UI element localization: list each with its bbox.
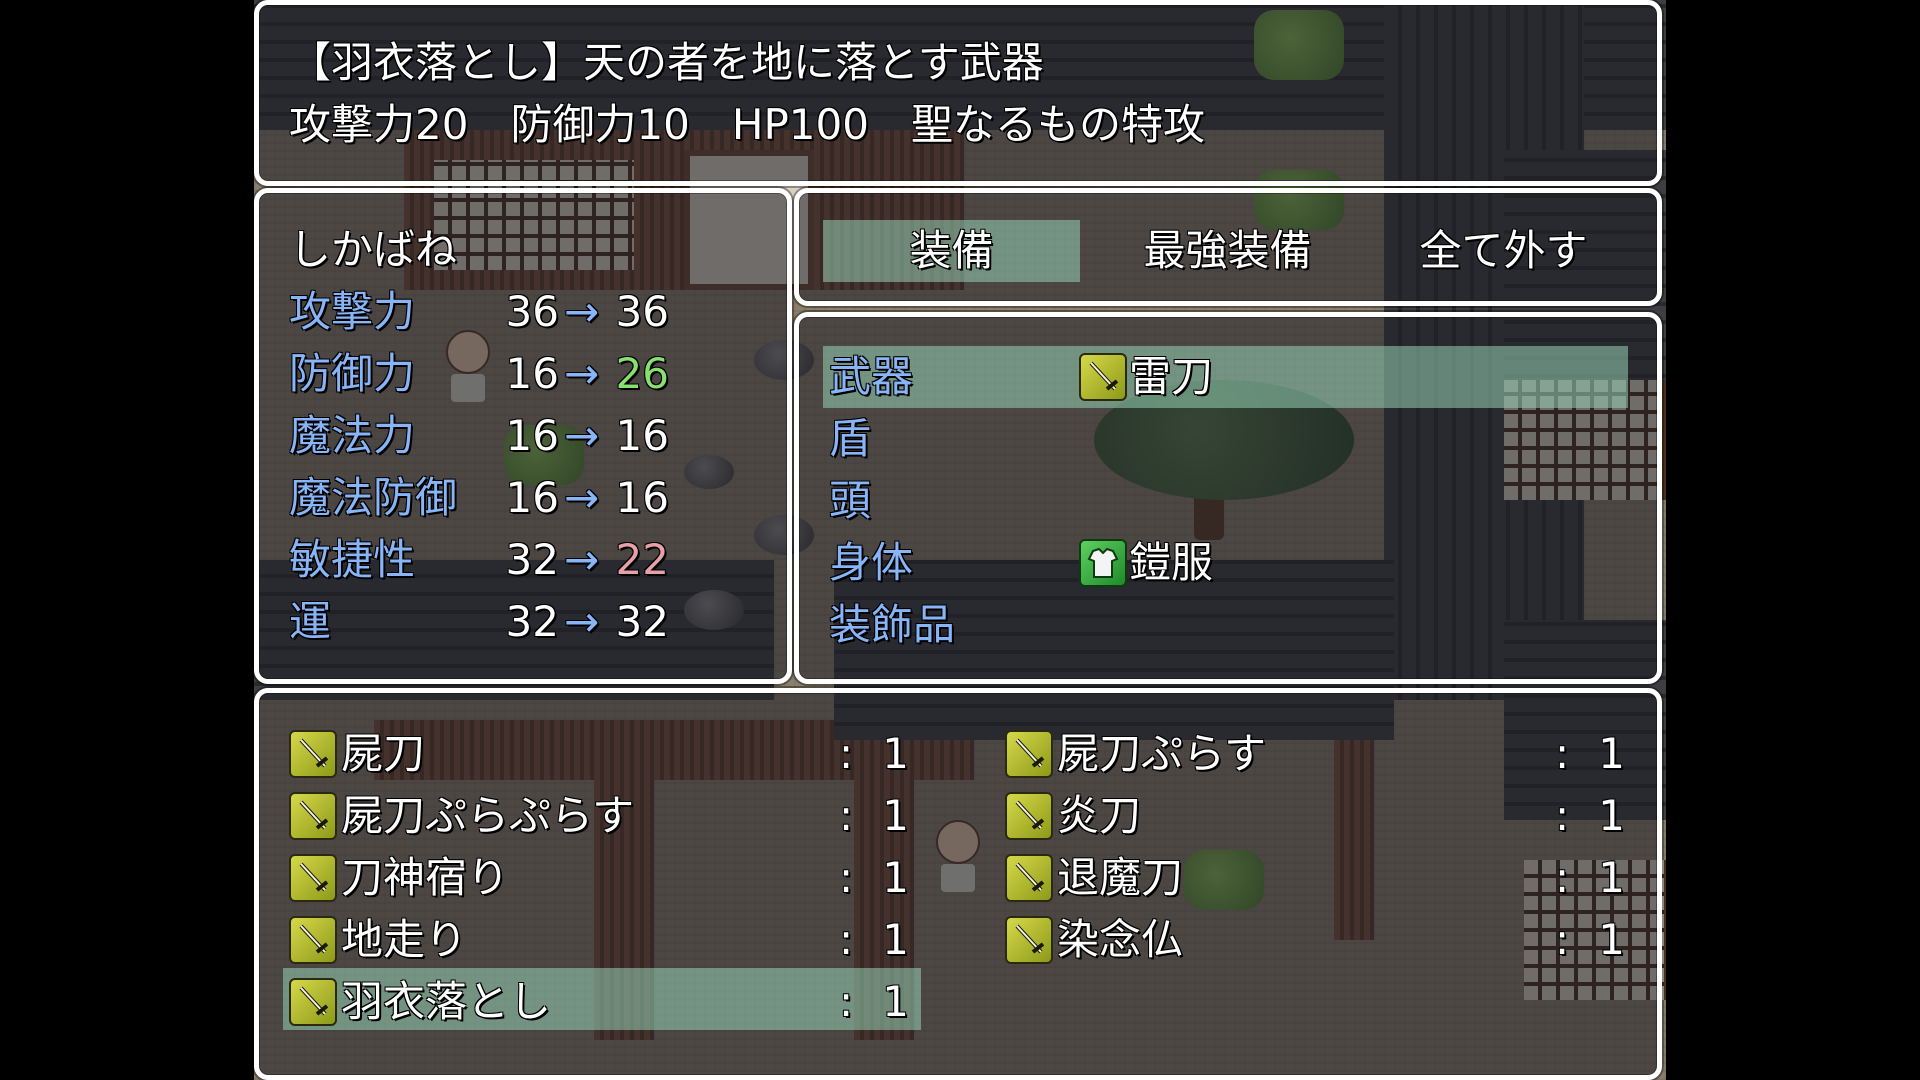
clear-command[interactable]: 全て外す — [1375, 225, 1632, 277]
param-current: 32 — [505, 597, 559, 646]
param-label: 魔法力 — [289, 411, 416, 460]
item-window: 屍刀 : 1 屍刀ぷらぷらす : 1 刀神宿り : 1 地走り : 1 羽衣落と… — [254, 688, 1662, 1080]
slot-type: 頭 — [829, 476, 872, 525]
param-current: 32 — [505, 535, 559, 584]
sword-icon — [1005, 916, 1053, 964]
help-line-2: 攻撃力20 防御力10 HP100 聖なるもの特攻 — [289, 100, 1205, 149]
slot-item: 雷刀 — [1129, 352, 1214, 401]
param-current: 36 — [505, 287, 559, 336]
item-count: 1 — [1598, 791, 1625, 840]
param-current: 16 — [505, 411, 559, 460]
sword-icon — [289, 978, 337, 1026]
item-name: 屍刀ぷらす — [1057, 729, 1267, 778]
slot-type: 盾 — [829, 414, 872, 463]
param-label: 防御力 — [289, 349, 416, 398]
actor-name: しかばね — [289, 225, 458, 274]
armor-icon — [1079, 539, 1127, 587]
param-label: 攻撃力 — [289, 287, 416, 336]
param-new: 22 — [615, 535, 669, 584]
game-screen: 【羽衣落とし】天の者を地に落とす武器 攻撃力20 防御力10 HP100 聖なる… — [254, 0, 1666, 1080]
item-count: 1 — [1598, 729, 1625, 778]
item-separator: : — [839, 729, 854, 778]
param-new: 36 — [615, 287, 669, 336]
item-name: 炎刀 — [1057, 791, 1142, 840]
item-count: 1 — [882, 791, 909, 840]
item-name: 屍刀 — [341, 729, 426, 778]
item-name: 地走り — [341, 915, 468, 964]
item-name: 退魔刀 — [1057, 853, 1184, 902]
sword-icon — [1005, 730, 1053, 778]
item-name: 羽衣落とし — [341, 977, 552, 1026]
item-separator: : — [1555, 915, 1570, 964]
item-separator: : — [1555, 853, 1570, 902]
param-label: 魔法防御 — [289, 473, 458, 522]
param-label: 敏捷性 — [289, 535, 416, 584]
equip-command[interactable]: 装備 — [823, 225, 1080, 277]
optimize-command[interactable]: 最強装備 — [1099, 225, 1356, 277]
slot-type: 装飾品 — [829, 600, 956, 649]
help-line-1: 【羽衣落とし】天の者を地に落とす武器 — [289, 38, 1044, 87]
param-new: 26 — [615, 349, 669, 398]
sword-icon — [1079, 353, 1127, 401]
item-count: 1 — [882, 853, 909, 902]
item-separator: : — [1555, 729, 1570, 778]
item-separator: : — [839, 915, 854, 964]
item-count: 1 — [1598, 853, 1625, 902]
item-separator: : — [839, 791, 854, 840]
slot-window: 武器 雷刀 盾 頭 身体 鎧服 装飾品 — [794, 312, 1662, 684]
item-name: 屍刀ぷらぷらす — [341, 791, 635, 840]
item-separator: : — [1555, 791, 1570, 840]
item-separator: : — [839, 977, 854, 1026]
param-new: 16 — [615, 411, 669, 460]
slot-type: 身体 — [829, 538, 914, 587]
sword-icon — [1005, 854, 1053, 902]
sword-icon — [1005, 792, 1053, 840]
param-new: 16 — [615, 473, 669, 522]
sword-icon — [289, 792, 337, 840]
item-name: 刀神宿り — [341, 853, 510, 902]
slot-type: 武器 — [829, 352, 914, 401]
item-count: 1 — [1598, 915, 1625, 964]
help-window: 【羽衣落とし】天の者を地に落とす武器 攻撃力20 防御力10 HP100 聖なる… — [254, 0, 1662, 186]
status-window: しかばね 攻撃力 36 → 36 防御力 16 → 26 魔法力 16 → 16… — [254, 188, 792, 684]
item-count: 1 — [882, 977, 909, 1026]
slot-item: 鎧服 — [1129, 538, 1214, 587]
sword-icon — [289, 730, 337, 778]
param-current: 16 — [505, 473, 559, 522]
item-name: 染念仏 — [1057, 915, 1184, 964]
item-separator: : — [839, 853, 854, 902]
slot-cursor — [823, 346, 1628, 408]
param-new: 32 — [615, 597, 669, 646]
param-label: 運 — [289, 597, 332, 646]
item-count: 1 — [882, 729, 909, 778]
param-current: 16 — [505, 349, 559, 398]
command-window: 装備 最強装備 全て外す — [794, 188, 1662, 306]
sword-icon — [289, 916, 337, 964]
item-count: 1 — [882, 915, 909, 964]
sword-icon — [289, 854, 337, 902]
